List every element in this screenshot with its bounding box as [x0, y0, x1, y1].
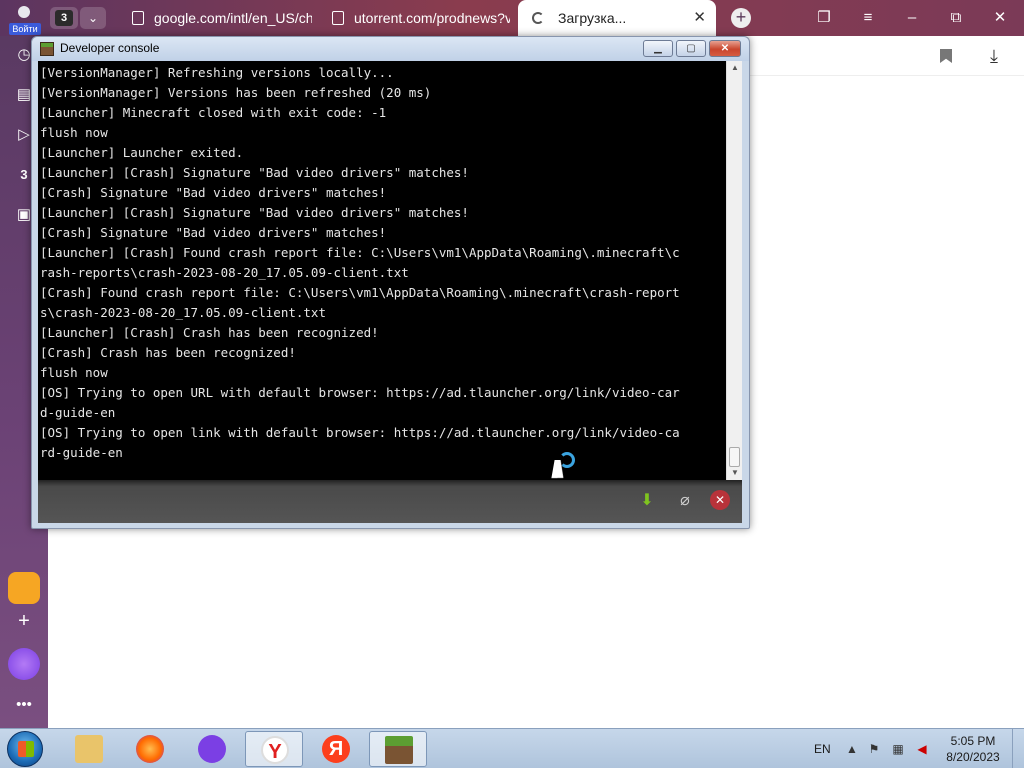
log-line: rash-reports\crash-2023-08-20_17.05.09-c… [40, 265, 409, 280]
tab-count: 3 [55, 10, 73, 26]
yandex-icon: Я [322, 735, 350, 763]
bookmarks-panel-icon[interactable]: ❐ [804, 0, 844, 36]
log-line: flush now [40, 125, 108, 140]
taskbar-yandex-browser[interactable]: Y [245, 731, 303, 767]
menu-icon[interactable]: ≡ [848, 0, 888, 36]
network-icon[interactable]: ▦ [891, 742, 905, 756]
console-close-button[interactable]: ✕ [709, 40, 741, 57]
tab-utorrent[interactable]: utorrent.com/prodnews?v [332, 0, 510, 36]
console-scrollbar[interactable]: ▲ ▼ [726, 61, 742, 480]
console-titlebar[interactable]: Developer console ▁ ▢ ✕ [32, 37, 749, 61]
chevron-down-icon[interactable]: ⌄ [80, 7, 106, 29]
folder-icon [75, 735, 103, 763]
taskbar-vpn[interactable] [183, 731, 241, 767]
taskbar-yandex[interactable]: Я [307, 731, 365, 767]
start-button[interactable] [7, 731, 43, 767]
windows-logo-icon [18, 741, 34, 757]
console-output[interactable]: [VersionManager] Refreshing versions loc… [38, 61, 742, 480]
developer-console-window: Developer console ▁ ▢ ✕ [VersionManager]… [31, 36, 750, 529]
scroll-up-icon[interactable]: ▲ [727, 61, 743, 75]
alice-assistant-icon[interactable] [8, 648, 40, 680]
more-icon[interactable]: ••• [13, 694, 35, 716]
log-line: [Crash] Signature "Bad video drivers" ma… [40, 185, 387, 200]
console-log: [VersionManager] Refreshing versions loc… [40, 63, 724, 463]
console-maximize-button[interactable]: ▢ [676, 40, 706, 57]
scrollbar-thumb[interactable] [729, 447, 740, 467]
log-line: [Launcher] [Crash] Crash has been recogn… [40, 325, 379, 340]
log-line: [Launcher] [Crash] Found crash report fi… [40, 245, 680, 260]
log-line: [Launcher] Minecraft closed with exit co… [40, 105, 387, 120]
log-line: [Launcher] [Crash] Signature "Bad video … [40, 205, 469, 220]
log-line: [Launcher] [Crash] Signature "Bad video … [40, 165, 469, 180]
download-icon[interactable]: ⤓ [990, 46, 998, 67]
loading-spinner-icon [532, 12, 544, 24]
taskbar-firefox[interactable] [121, 731, 179, 767]
console-title: Developer console [60, 41, 160, 55]
log-line: d-guide-en [40, 405, 116, 420]
tab-count-button[interactable]: 3 [50, 7, 78, 29]
browser-tab-strip: Войти 3 ⌄ google.com/intl/en_US/ch utorr… [0, 0, 1024, 36]
minecraft-grass-block-icon [385, 736, 413, 764]
add-icon[interactable]: + [13, 610, 35, 632]
system-clock[interactable]: 5:05 PM 8/20/2023 [938, 733, 1008, 765]
mail-icon[interactable] [8, 572, 40, 604]
log-line: [Crash] Found crash report file: C:\User… [40, 285, 680, 300]
log-line: [Launcher] Launcher exited. [40, 145, 244, 160]
tab-title: Загрузка... [558, 10, 627, 26]
show-desktop-button[interactable] [1012, 729, 1024, 768]
log-line: flush now [40, 365, 108, 380]
user-icon [18, 6, 30, 18]
minimize-button[interactable]: – [892, 0, 932, 36]
yandex-browser-icon: Y [261, 736, 289, 764]
profile-label: Войти [9, 23, 41, 35]
console-minimize-button[interactable]: ▁ [643, 40, 673, 57]
console-footer: ⬇ ⌀ ✕ [38, 480, 742, 523]
show-hidden-icons-icon[interactable]: ▲ [845, 742, 859, 756]
page-icon [332, 11, 344, 25]
restore-button[interactable]: ⧉ [936, 0, 976, 36]
page-icon [132, 11, 144, 25]
log-line: s\crash-2023-08-20_17.05.09-client.txt [40, 305, 326, 320]
taskbar-explorer[interactable] [60, 731, 118, 767]
log-line: [VersionManager] Refreshing versions loc… [40, 65, 394, 80]
action-center-flag-icon[interactable]: ⚑ [867, 742, 881, 756]
clock-date: 8/20/2023 [946, 750, 1000, 764]
log-line: [Crash] Crash has been recognized! [40, 345, 296, 360]
close-window-button[interactable]: ✕ [980, 0, 1020, 36]
log-line: [OS] Trying to open URL with default bro… [40, 385, 680, 400]
volume-muted-icon[interactable]: ◀ [915, 742, 929, 756]
tab-title: utorrent.com/prodnews?v [354, 10, 510, 26]
mask-icon [198, 735, 226, 763]
scroll-down-icon[interactable]: ▼ [727, 466, 743, 480]
new-tab-button[interactable]: + [731, 8, 751, 28]
log-line: rd-guide-en [40, 445, 123, 460]
close-tab-icon[interactable]: ✕ [693, 0, 706, 36]
language-indicator[interactable]: EN [814, 729, 831, 768]
tab-google[interactable]: google.com/intl/en_US/ch [132, 0, 312, 36]
log-line: [Crash] Signature "Bad video drivers" ma… [40, 225, 387, 240]
windows-taskbar: Y Я EN ▲ ⚑ ▦ ◀ 5:05 PM 8/20/2023 [0, 728, 1024, 768]
save-log-icon[interactable]: ⬇ [636, 490, 658, 512]
tab-loading[interactable]: Загрузка... ✕ [518, 0, 716, 36]
minecraft-grass-block-icon [40, 42, 54, 56]
attach-icon[interactable]: ⌀ [674, 490, 696, 512]
firefox-icon [136, 735, 164, 763]
profile-button[interactable]: Войти [6, 2, 42, 35]
log-line: [VersionManager] Versions has been refre… [40, 85, 432, 100]
taskbar-tlauncher[interactable] [369, 731, 427, 767]
clear-log-icon[interactable]: ✕ [710, 490, 732, 512]
clock-time: 5:05 PM [950, 734, 996, 748]
tab-title: google.com/intl/en_US/ch [154, 10, 312, 26]
log-line: [OS] Trying to open link with default br… [40, 425, 680, 440]
